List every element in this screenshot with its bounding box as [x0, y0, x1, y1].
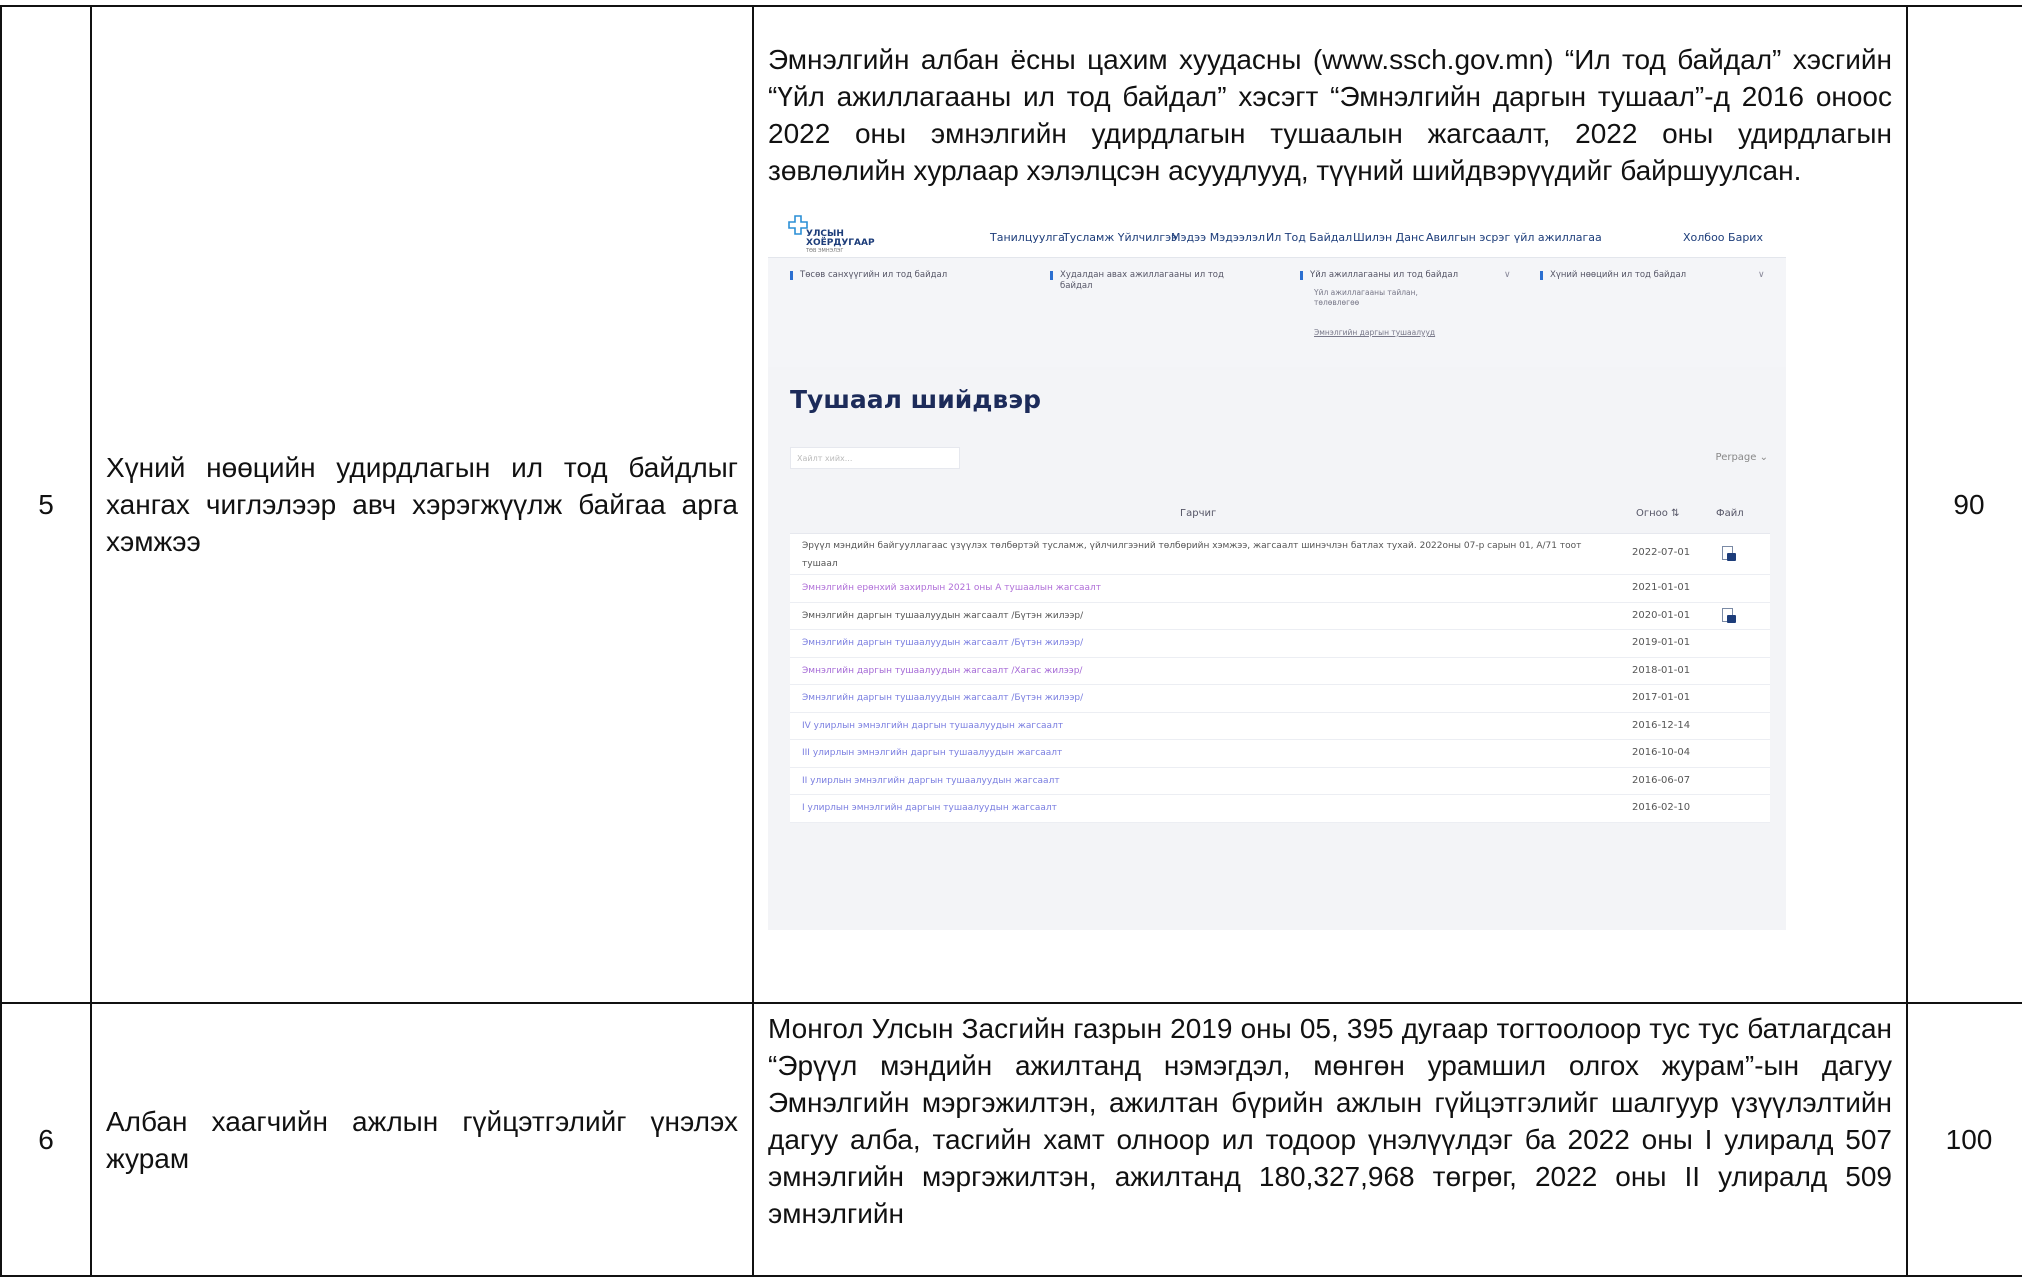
list-item[interactable]: Эрүүл мэндийн байгууллагаас үзүүлэх төлб…: [790, 534, 1770, 575]
order-title-link[interactable]: I улирлын эмнэлгийн даргын тушаалуудын ж…: [802, 799, 1562, 817]
score-cell: 90: [1906, 5, 2022, 1004]
list-item[interactable]: III улирлын эмнэлгийн даргын тушаалуудын…: [790, 740, 1770, 768]
orders-content: Тушаал шийдвэр Хайлт хийх... Perpage ⌄ Г…: [768, 367, 1786, 930]
order-title-link[interactable]: Эмнэлгийн даргын тушаалуудын жагсаалт /Б…: [802, 689, 1562, 707]
evidence-paragraph: Эмнэлгийн албан ёсны цахим хуудасны (www…: [768, 44, 1892, 186]
list-item[interactable]: Эмнэлгийн даргын тушаалуудын жагсаалт /Б…: [790, 603, 1770, 630]
criterion-text: Албан хаагчийн ажлын гүйцэтгэлийг үнэлэх…: [106, 1105, 738, 1174]
nav-item-contact[interactable]: Холбоо Барих: [1683, 231, 1763, 244]
order-title-link[interactable]: III улирлын эмнэлгийн даргын тушаалуудын…: [802, 744, 1562, 762]
list-item[interactable]: Эмнэлгийн ерөнхий захирлын 2021 оны А ту…: [790, 575, 1770, 603]
criterion-text: Хүний нөөцийн удирдлагын ил тод байдлыг …: [106, 452, 738, 557]
list-item[interactable]: Эмнэлгийн даргын тушаалуудын жагсаалт /Б…: [790, 630, 1770, 658]
evidence-cell: Эмнэлгийн албан ёсны цахим хуудасны (www…: [752, 5, 1908, 1004]
page-title: Тушаал шийдвэр: [790, 385, 1041, 414]
row-number: 5: [0, 5, 92, 1004]
subnav-item-budget[interactable]: Төсөв санхүүгийн ил тод байдал: [790, 270, 970, 281]
order-date: 2021-01-01: [1632, 582, 1691, 593]
row-number: 6: [0, 1002, 92, 1277]
website-screenshot: УЛСЫН ХОЁРДУГААР ТӨВ ЭМНЭЛЭГ Танилцуулга…: [768, 209, 1786, 930]
column-title: Гарчиг: [1180, 508, 1217, 519]
order-date: 2016-06-07: [1632, 774, 1691, 786]
order-date: 2016-12-14: [1632, 719, 1691, 731]
subnav-item-operations[interactable]: Үйл ажиллагааны ил тод байдал: [1300, 270, 1480, 281]
order-date: 2019-01-01: [1632, 637, 1691, 648]
subnav-item-procurement[interactable]: Худалдан авах ажиллагааны ил тод байдал: [1050, 270, 1230, 292]
subnav-item-hr[interactable]: Хүний нөөцийн ил тод байдал: [1540, 270, 1730, 281]
perpage-select[interactable]: Perpage ⌄: [1688, 447, 1768, 469]
nav-item-news[interactable]: Мэдээ Мэдээлэл: [1171, 231, 1265, 244]
order-title-link[interactable]: Эмнэлгийн даргын тушаалуудын жагсаалт /Б…: [802, 634, 1562, 652]
hospital-logo: УЛСЫН ХОЁРДУГААР ТӨВ ЭМНЭЛЭГ: [788, 215, 898, 254]
list-item[interactable]: Эмнэлгийн даргын тушаалуудын жагсаалт /Х…: [790, 658, 1770, 685]
score-cell: 100: [1906, 1002, 2022, 1277]
criterion-cell: Хүний нөөцийн удирдлагын ил тод байдлыг …: [90, 5, 754, 1004]
table-row: 5 Хүний нөөцийн удирдлагын ил тод байдлы…: [0, 5, 2022, 1004]
order-date: 2016-02-10: [1632, 802, 1691, 813]
file-download-icon[interactable]: [1722, 607, 1736, 624]
order-date: 2017-01-01: [1632, 692, 1691, 703]
order-date: 2018-01-01: [1632, 664, 1691, 676]
logo-line3: ТӨВ ЭМНЭЛЭГ: [806, 248, 844, 254]
table-header: Гарчиг Огноо ⇅ Файл: [790, 497, 1770, 534]
site-header: УЛСЫН ХОЁРДУГААР ТӨВ ЭМНЭЛЭГ Танилцуулга…: [768, 209, 1786, 257]
list-item[interactable]: IV улирлын эмнэлгийн даргын тушаалуудын …: [790, 713, 1770, 740]
logo-line2: ХОЁРДУГААР: [806, 238, 875, 248]
order-title-link[interactable]: IV улирлын эмнэлгийн даргын тушаалуудын …: [802, 717, 1562, 735]
list-item[interactable]: I улирлын эмнэлгийн даргын тушаалуудын ж…: [790, 795, 1770, 823]
nav-item-about[interactable]: Танилцуулга: [990, 231, 1065, 244]
list-item[interactable]: Эмнэлгийн даргын тушаалуудын жагсаалт /Б…: [790, 685, 1770, 713]
nav-item-services[interactable]: Тусламж Үйлчилгээ: [1063, 231, 1177, 244]
column-date[interactable]: Огноо ⇅: [1636, 508, 1679, 519]
order-title-link[interactable]: II улирлын эмнэлгийн даргын тушаалуудын …: [802, 772, 1562, 790]
assessment-table: 5 Хүний нөөцийн удирдлагын ил тод байдлы…: [0, 5, 2022, 1277]
search-input[interactable]: Хайлт хийх...: [790, 447, 960, 469]
order-title-link[interactable]: Эрүүл мэндийн байгууллагаас үзүүлэх төлб…: [802, 537, 1602, 573]
subnav-subitem-director-orders[interactable]: Эмнэлгийн даргын тушаалууд: [1314, 328, 1474, 338]
order-title-link[interactable]: Эмнэлгийн ерөнхий захирлын 2021 оны А ту…: [802, 579, 1562, 597]
order-date: 2020-01-01: [1632, 609, 1691, 621]
chevron-down-icon[interactable]: ∨: [1504, 270, 1511, 280]
evidence-paragraph: Монгол Улсын Засгийн газрын 2019 оны 05,…: [768, 1013, 1892, 1229]
order-title-link[interactable]: Эмнэлгийн даргын тушаалуудын жагсаалт /Б…: [802, 607, 1562, 625]
table-row: 6 Албан хаагчийн ажлын гүйцэтгэлийг үнэл…: [0, 1002, 2022, 1277]
criterion-cell: Албан хаагчийн ажлын гүйцэтгэлийг үнэлэх…: [90, 1002, 754, 1277]
evidence-cell: Монгол Улсын Засгийн газрын 2019 оны 05,…: [752, 1002, 1908, 1277]
order-date: 2022-07-01: [1632, 547, 1691, 558]
orders-table: Гарчиг Огноо ⇅ Файл Эрүүл мэндийн байгуу…: [790, 497, 1770, 823]
order-title-link[interactable]: Эмнэлгийн даргын тушаалуудын жагсаалт /Х…: [802, 662, 1562, 680]
list-item[interactable]: II улирлын эмнэлгийн даргын тушаалуудын …: [790, 768, 1770, 795]
transparency-subnav: Төсөв санхүүгийн ил тод байдал Худалдан …: [768, 257, 1786, 368]
column-file: Файл: [1716, 508, 1744, 519]
subnav-subitem-reports[interactable]: Үйл ажиллагааны тайлан, төлөвлөгөө: [1314, 288, 1454, 308]
file-download-icon[interactable]: [1722, 546, 1736, 562]
nav-item-transparency[interactable]: Ил Тод Байдал: [1266, 231, 1352, 244]
order-date: 2016-10-04: [1632, 747, 1691, 758]
nav-item-anticorruption[interactable]: Авилгын эсрэг үйл ажиллагаа: [1426, 231, 1602, 244]
chevron-down-icon[interactable]: ∨: [1758, 270, 1765, 280]
nav-item-glass-account[interactable]: Шилэн Данс: [1353, 231, 1424, 244]
